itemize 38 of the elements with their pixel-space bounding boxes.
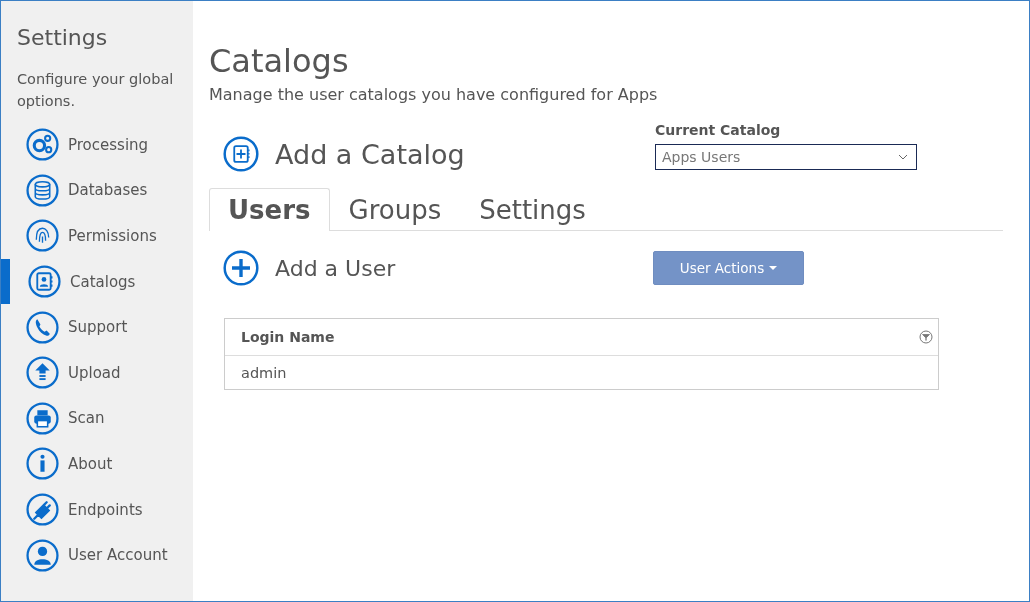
phone-icon: [26, 310, 59, 344]
plug-icon: [26, 493, 59, 527]
fingerprint-icon: [26, 219, 59, 253]
gears-icon: [26, 128, 59, 162]
sidebar-item[interactable]: Permissions: [1, 213, 193, 259]
printer-icon: [26, 401, 59, 435]
chevron-down-icon: [898, 154, 908, 160]
plus-icon: [223, 250, 259, 286]
tab[interactable]: Settings: [460, 188, 605, 231]
column-header: Login Name: [241, 329, 335, 345]
sidebar-item[interactable]: Catalogs: [1, 258, 193, 305]
info-icon: [26, 447, 59, 481]
sidebar-item[interactable]: User Account: [1, 532, 193, 578]
caret-icon: [769, 266, 778, 270]
tab[interactable]: Groups: [329, 188, 461, 231]
sidebar-item[interactable]: About: [1, 441, 193, 487]
add-catalog-icon: [223, 136, 259, 172]
database-icon: [26, 173, 59, 207]
current-catalog-label: Current Catalog: [655, 122, 782, 138]
sidebar-item[interactable]: Endpoints: [1, 486, 193, 533]
sidebar-item[interactable]: Upload: [1, 349, 193, 396]
page-subtitle: Manage the user catalogs you have configured for Apps: [209, 85, 659, 104]
table-cell: admin: [241, 364, 287, 381]
page-title: Catalogs: [209, 41, 350, 82]
address-book-icon: [28, 265, 61, 299]
sidebar-item[interactable]: Scan: [1, 395, 193, 442]
sidebar-item[interactable]: Databases: [1, 167, 193, 214]
catalog-dropdown[interactable]: Apps Users: [655, 144, 917, 170]
add-user-button[interactable]: Add a User: [223, 250, 396, 286]
upload-icon: [26, 356, 59, 390]
sidebar-title: Settings: [17, 25, 109, 50]
sidebar-item[interactable]: Support: [1, 304, 193, 350]
filter-icon: [919, 330, 933, 344]
sidebar-description: Configure your global options.: [17, 70, 175, 111]
add-catalog-button[interactable]: Add a Catalog: [223, 136, 465, 172]
tab[interactable]: Users: [209, 188, 330, 231]
user-icon: [26, 538, 59, 572]
sidebar-item[interactable]: Processing: [1, 122, 193, 168]
